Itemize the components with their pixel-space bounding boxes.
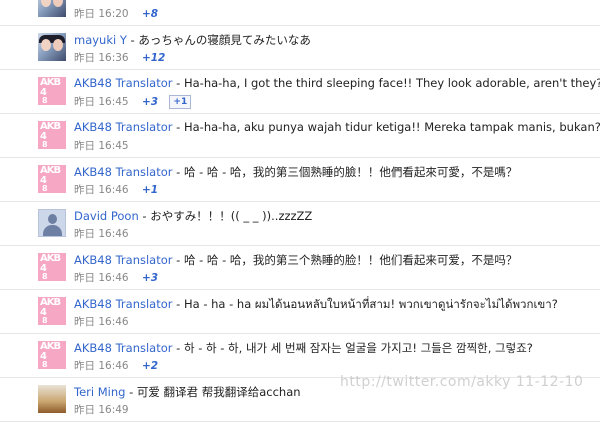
comment-row: AKB 4 8 AKB48 Translator - 哈 - 哈 - 哈，我的第三個… (0, 158, 600, 202)
comment-meta: 昨日 16:46 (74, 226, 129, 241)
plus-count[interactable]: +12 (142, 52, 165, 64)
comment-row: David Poon - おやすみ！！！(( _ _ ))..zzzZZ 昨日 … (0, 202, 600, 246)
plus-count[interactable]: +3 (142, 96, 158, 108)
avatar[interactable] (38, 0, 66, 17)
author-name[interactable]: AKB48 Translator (74, 297, 173, 311)
comment-text: Ha-ha-ha, aku punya wajah tidur ketiga!!… (183, 120, 600, 134)
author-name[interactable]: AKB48 Translator (74, 253, 173, 267)
watermark: http://twitter.com/akky 11-12-10 (340, 374, 584, 390)
avatar[interactable]: AKB 4 8 (38, 165, 66, 193)
plus-count[interactable]: +2 (142, 360, 158, 372)
author-name[interactable]: Teri Ming (74, 385, 125, 399)
timestamp: 昨日 16:20 (74, 8, 129, 20)
timestamp: 昨日 16:45 (74, 140, 129, 152)
plus-count[interactable]: +3 (142, 272, 158, 284)
avatar[interactable]: AKB 4 8 (38, 341, 66, 369)
avatar[interactable] (38, 33, 66, 61)
author-name[interactable]: AKB48 Translator (74, 341, 173, 355)
comment-meta: 昨日 16:45 +3 +1 (74, 94, 192, 109)
comment-row: 昨日 16:20 +8 (0, 0, 600, 26)
comment-row: AKB 4 8 AKB48 Translator - Ha-ha-ha, I got… (0, 70, 600, 114)
plus-one-button[interactable]: +1 (169, 95, 192, 109)
avatar[interactable] (38, 209, 66, 237)
avatar[interactable]: AKB 4 8 (38, 121, 66, 149)
timestamp: 昨日 16:46 (74, 316, 129, 328)
author-name[interactable]: David Poon (74, 209, 139, 223)
comment-meta: 昨日 16:46 +3 (74, 270, 158, 285)
comment-text: Ha - ha - ha ผมได้นอนหลับใบหน้าที่สาม! พ… (183, 297, 558, 311)
timestamp: 昨日 16:46 (74, 184, 129, 196)
timestamp: 昨日 16:49 (74, 404, 129, 416)
plus-count[interactable]: +1 (142, 184, 158, 196)
avatar[interactable]: AKB 4 8 (38, 77, 66, 105)
comment-feed: 昨日 16:20 +8 mayuki Y - あっちゃんの寝顔見てみたいなあ 昨… (0, 0, 600, 422)
plus-count[interactable]: +8 (142, 8, 158, 20)
comment-text: おやすみ！！！(( _ _ ))..zzzZZ (150, 209, 313, 223)
author-name[interactable]: AKB48 Translator (74, 165, 173, 179)
comment-row: AKB 4 8 AKB48 Translator - 哈 - 哈 - 哈，我的第三个… (0, 246, 600, 290)
comment-row: AKB 4 8 AKB48 Translator - Ha - ha - ha ผม… (0, 290, 600, 334)
author-name[interactable]: mayuki Y (74, 33, 127, 47)
avatar[interactable] (38, 385, 66, 413)
comment-text: 하 - 하 - 하, 내가 세 번째 잠자는 얼굴을 가지고! 그들은 깜찍한,… (183, 341, 533, 355)
comment-meta: 昨日 16:46 +2 (74, 358, 158, 373)
comment-meta: 昨日 16:46 (74, 314, 129, 329)
avatar[interactable]: AKB 4 8 (38, 253, 66, 281)
timestamp: 昨日 16:46 (74, 272, 129, 284)
comment-text: 哈 - 哈 - 哈，我的第三個熟睡的臉！！他們看起來可愛，不是嗎？ (183, 165, 518, 179)
comment-text: あっちゃんの寝顔見てみたいなあ (138, 33, 311, 47)
comment-meta: 昨日 16:46 +1 (74, 182, 158, 197)
comment-meta: 昨日 16:20 +8 (74, 6, 158, 21)
comment-row: AKB 4 8 AKB48 Translator - Ha-ha-ha, aku p… (0, 114, 600, 158)
timestamp: 昨日 16:45 (74, 96, 129, 108)
timestamp: 昨日 16:46 (74, 228, 129, 240)
timestamp: 昨日 16:46 (74, 360, 129, 372)
comment-row: AKB 4 8 AKB48 Translator - 하 - 하 - 하, 내가 세… (0, 334, 600, 378)
comment-text: Ha-ha-ha, I got the third sleeping face!… (183, 76, 600, 90)
author-name[interactable]: AKB48 Translator (74, 76, 173, 90)
avatar[interactable]: AKB 4 8 (38, 297, 66, 325)
timestamp: 昨日 16:36 (74, 52, 129, 64)
comment-meta: 昨日 16:45 (74, 138, 129, 153)
comment-text: 哈 - 哈 - 哈，我的第三个熟睡的脸！！他们看起来可爱，不是吗？ (183, 253, 518, 267)
comment-meta: 昨日 16:36 +12 (74, 50, 165, 65)
comment-text: 可爱 翻译君 帮我翻译给acchan (136, 385, 301, 399)
comment-row: mayuki Y - あっちゃんの寝顔見てみたいなあ 昨日 16:36 +12 (0, 26, 600, 70)
author-name[interactable]: AKB48 Translator (74, 120, 173, 134)
